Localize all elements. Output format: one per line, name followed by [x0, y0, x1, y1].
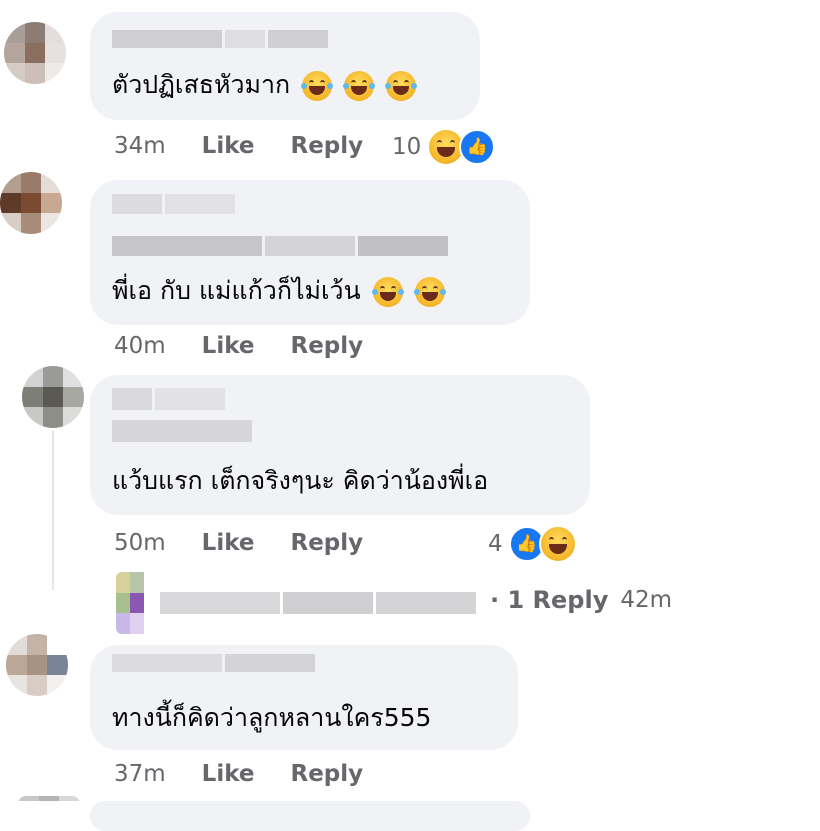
- reply-button[interactable]: Reply: [291, 133, 364, 159]
- avatar[interactable]: [6, 634, 68, 696]
- comment-text: ทางนี้ก็คิดว่าลูกหลานใคร555: [112, 703, 432, 732]
- avatar[interactable]: [4, 22, 66, 84]
- reply-time[interactable]: 42m: [620, 587, 672, 613]
- like-button[interactable]: Like: [202, 530, 255, 556]
- commenter-name-blurred[interactable]: [112, 194, 235, 214]
- thread-line: [52, 430, 54, 590]
- avatar[interactable]: [22, 366, 84, 428]
- commenter-name-blurred[interactable]: [112, 30, 328, 48]
- laughing-emoji-icon: [385, 71, 418, 101]
- laughing-emoji-icon: [371, 277, 404, 307]
- comment-time[interactable]: 34m: [114, 133, 166, 159]
- reply-button[interactable]: Reply: [291, 333, 364, 359]
- comment-text: พี่เอ กับ แม่แก้วก็ไม่เว้น: [112, 276, 446, 307]
- comment-meta: 50m Like Reply: [114, 530, 399, 556]
- comment-meta: 34m Like Reply: [114, 133, 399, 159]
- comment-time[interactable]: 40m: [114, 333, 166, 359]
- reaction-count: 4: [488, 531, 503, 557]
- laughing-emoji-icon: [413, 277, 446, 307]
- like-reaction-icon: 👍: [459, 129, 496, 165]
- commenter-name-blurred[interactable]: [112, 388, 225, 410]
- replies-link[interactable]: · 1 Reply: [490, 586, 608, 614]
- like-button[interactable]: Like: [202, 133, 255, 159]
- view-replies[interactable]: · 1 Reply 42m: [484, 586, 672, 614]
- comment-bubble: [90, 801, 530, 831]
- like-button[interactable]: Like: [202, 761, 255, 787]
- comment-time[interactable]: 50m: [114, 530, 166, 556]
- like-button[interactable]: Like: [202, 333, 255, 359]
- reply-avatar[interactable]: [116, 572, 158, 634]
- avatar[interactable]: [0, 172, 62, 234]
- haha-reaction-icon: [538, 525, 577, 563]
- comment-text: ตัวปฏิเสธหัวมาก: [112, 70, 418, 101]
- reaction-summary[interactable]: 4 👍: [488, 525, 577, 563]
- commenter-name-blurred[interactable]: [112, 420, 252, 442]
- replier-name-blurred[interactable]: [160, 592, 476, 614]
- comment-text: แว้บแรก เต็กจริงๆนะ คิดว่าน้องพี่เอ: [112, 466, 489, 495]
- comment-bubble: [90, 12, 480, 120]
- laughing-emoji-icon: [301, 71, 334, 101]
- comment-meta: 37m Like Reply: [114, 761, 399, 787]
- reaction-count: 10: [392, 134, 422, 160]
- reaction-summary[interactable]: 10 👍: [392, 128, 496, 166]
- avatar[interactable]: [18, 796, 80, 811]
- comment-time[interactable]: 37m: [114, 761, 166, 787]
- commenter-name-blurred[interactable]: [112, 654, 315, 672]
- commenter-name-blurred[interactable]: [112, 236, 448, 256]
- laughing-emoji-icon: [343, 71, 376, 101]
- comment-meta: 40m Like Reply: [114, 333, 399, 359]
- reply-button[interactable]: Reply: [291, 761, 364, 787]
- reply-button[interactable]: Reply: [291, 530, 364, 556]
